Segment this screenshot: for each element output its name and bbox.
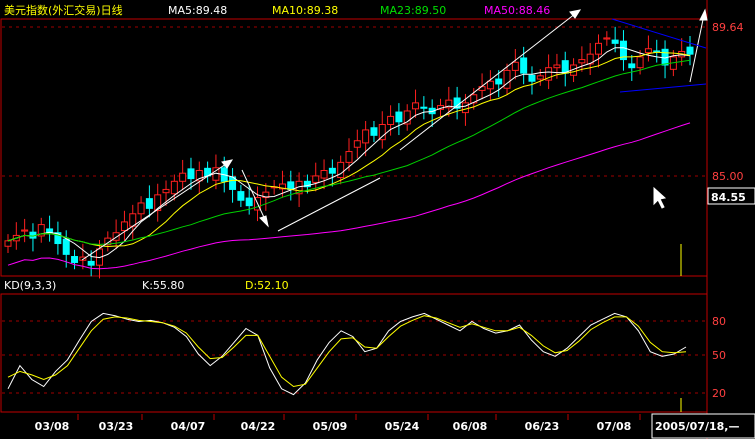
arrowhead-1 bbox=[221, 159, 234, 169]
date-tick-label: 05/24 bbox=[385, 420, 420, 433]
candle-body bbox=[62, 238, 70, 255]
candle-body bbox=[603, 37, 611, 40]
current-price-label: 84.55 bbox=[711, 191, 746, 204]
kd-axis-50: 50 bbox=[712, 349, 726, 362]
candle-body bbox=[486, 80, 494, 90]
kd-axis-20: 20 bbox=[712, 387, 726, 400]
candle-body bbox=[495, 78, 503, 85]
candle-body bbox=[395, 111, 403, 123]
candle-body bbox=[387, 115, 395, 126]
k-value: K:55.80 bbox=[142, 279, 184, 292]
current-date-label: 2005/07/18,— bbox=[655, 420, 739, 433]
ma5-label: MA5:89.48 bbox=[168, 4, 227, 17]
candle-body bbox=[628, 63, 636, 69]
stock-chart: 美元指数(外汇交易)日线 MA5:89.48 MA10:89.38 MA23:8… bbox=[0, 0, 755, 439]
candle-body bbox=[320, 169, 328, 179]
candle-body bbox=[595, 42, 603, 55]
d-value: D:52.10 bbox=[245, 279, 289, 292]
annotations bbox=[81, 8, 708, 261]
candlesticks bbox=[4, 26, 694, 279]
candle-body bbox=[511, 61, 519, 71]
candle-body bbox=[420, 106, 428, 109]
candle-body bbox=[644, 48, 652, 54]
candle-body bbox=[71, 256, 79, 263]
candle-body bbox=[162, 188, 170, 194]
kd-panel-frame bbox=[0, 293, 708, 413]
ma23-label: MA23:89.50 bbox=[380, 4, 446, 17]
k-line bbox=[7, 312, 687, 396]
candle-body bbox=[195, 169, 203, 182]
candle-body bbox=[536, 75, 544, 80]
candle-body bbox=[179, 172, 187, 182]
candle-body bbox=[245, 197, 253, 207]
candle-body bbox=[370, 127, 378, 136]
candle-body bbox=[345, 151, 353, 163]
candle-body bbox=[170, 180, 178, 195]
candle-body bbox=[611, 39, 619, 44]
trend-arrow-5 bbox=[689, 9, 706, 83]
kd-lines bbox=[7, 312, 687, 396]
candle-body bbox=[137, 202, 145, 215]
candle-body bbox=[362, 129, 370, 144]
candle-body bbox=[21, 229, 29, 232]
price-mid-label: 85.00 bbox=[712, 170, 744, 183]
candle-body bbox=[237, 191, 245, 201]
ma10-label: MA10:89.38 bbox=[272, 4, 338, 17]
d-line bbox=[7, 315, 687, 388]
candle-body bbox=[4, 240, 12, 247]
price-top-label: 89.64 bbox=[712, 21, 744, 34]
date-tick-label: 03/23 bbox=[99, 420, 134, 433]
arrowhead-2 bbox=[259, 215, 269, 228]
date-tick-label: 06/08 bbox=[453, 420, 488, 433]
candle-body bbox=[337, 161, 345, 179]
date-tick-label: 05/09 bbox=[313, 420, 348, 433]
candle-body bbox=[553, 64, 561, 69]
candle-body bbox=[636, 56, 644, 69]
candle-body bbox=[145, 198, 153, 209]
date-tick-label: 04/22 bbox=[241, 420, 276, 433]
chart-title: 美元指数(外汇交易)日线 bbox=[4, 3, 123, 17]
date-tick-label: 07/08 bbox=[597, 420, 632, 433]
date-tick-label: 06/23 bbox=[525, 420, 560, 433]
kd-axis-80: 80 bbox=[712, 315, 726, 328]
candle-body bbox=[686, 46, 694, 55]
arrowhead-5 bbox=[699, 8, 708, 21]
cursor-icon bbox=[653, 186, 667, 209]
candle-body bbox=[528, 74, 536, 82]
trend-arrow-1 bbox=[81, 159, 233, 261]
candle-body bbox=[120, 221, 128, 232]
trend-arrow-4 bbox=[399, 9, 581, 151]
candle-body bbox=[378, 124, 386, 141]
candle-body bbox=[287, 181, 295, 190]
date-axis: 03/08 03/23 04/07 04/22 05/09 05/24 06/08 06/23… bbox=[35, 414, 641, 433]
candle-body bbox=[328, 167, 336, 174]
date-tick-label: 03/08 bbox=[35, 420, 70, 433]
ma50-label: MA50:88.46 bbox=[484, 4, 550, 17]
candle-body bbox=[520, 57, 528, 74]
candle-body bbox=[412, 102, 420, 110]
candle-body bbox=[578, 59, 586, 64]
candle-body bbox=[87, 260, 95, 266]
date-tick-label: 04/07 bbox=[171, 420, 206, 433]
candle-body bbox=[187, 168, 195, 180]
candle-body bbox=[653, 50, 661, 53]
kd-label: KD(9,3,3) bbox=[4, 279, 56, 292]
candle-body bbox=[312, 175, 320, 183]
candle-body bbox=[461, 102, 469, 114]
candle-body bbox=[353, 140, 361, 148]
